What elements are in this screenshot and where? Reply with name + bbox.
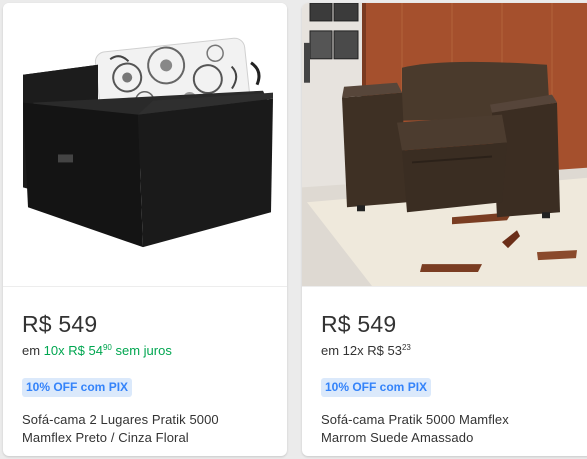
product-price: R$ 549 [321,311,397,337]
product-title[interactable]: Sofá-cama Pratik 5000 Mamflex Marrom Sue… [321,411,572,447]
installment-count: 10x [43,343,65,358]
product-image[interactable] [3,3,287,287]
product-title-line-2[interactable]: Mamflex Preto / Cinza Floral [22,429,267,447]
brown-sofa-image [302,3,587,286]
black-sofa-image [3,3,287,286]
product-price: R$ 549 [22,311,98,337]
product-title[interactable]: Sofá-cama 2 Lugares Pratik 5000 Mamflex … [22,411,267,447]
installment-suffix: sem juros [111,343,172,358]
installment-info: em 10x R$ 5490 sem juros [22,340,267,359]
product-title-line-2[interactable]: Marrom Suede Amassado [321,429,572,447]
installment-prefix: em [22,343,44,358]
installment-count: 12x [342,343,364,358]
product-card-1[interactable]: R$ 549 em 10x R$ 5490 sem juros 10% OFF … [3,3,287,456]
product-image[interactable] [302,3,587,287]
pix-discount-badge: 10% OFF com PIX [22,378,133,397]
product-title-line-1[interactable]: Sofá-cama 2 Lugares Pratik 5000 [22,411,267,429]
installment-cents: 23 [401,343,411,352]
installment-prefix: em [321,343,343,358]
product-card-2[interactable]: R$ 549 em 12x R$ 5323 10% OFF com PIX So… [302,3,587,456]
pix-discount-badge: 10% OFF com PIX [321,378,432,397]
product-title-line-1[interactable]: Sofá-cama Pratik 5000 Mamflex [321,411,572,429]
installment-cents: 90 [102,343,112,352]
installment-info: em 12x R$ 5323 [321,340,572,359]
installment-amount: R$ 53 [363,343,402,358]
installment-amount: R$ 54 [64,343,103,358]
